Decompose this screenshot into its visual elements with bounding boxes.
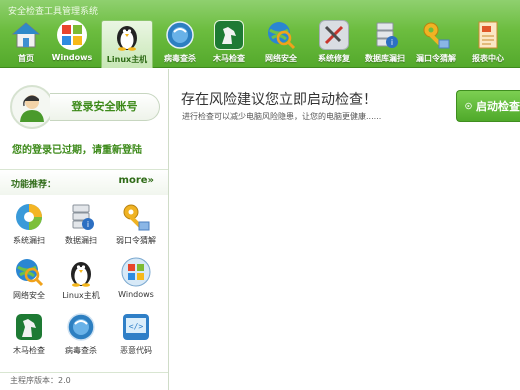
report-icon [473,20,503,50]
svg-text:i: i [87,220,89,229]
database-scan-icon: i [370,20,400,50]
feature-data-scan[interactable]: i 数据漏扫 [55,202,107,254]
network-security-icon [266,20,296,50]
system-scan-icon [14,202,44,232]
app-title: 安全检查工具管理系统 [8,7,99,17]
svg-text:i: i [391,38,393,47]
login-box: 登录安全账号 [10,85,160,129]
feature-windows[interactable]: Windows [110,257,162,309]
toolbar-virus-scan[interactable]: 病毒查杀 [156,20,204,68]
more-link[interactable]: more» [119,175,154,186]
toolbar-network-security[interactable]: 网络安全 [257,20,305,68]
trojan-horse-icon [214,20,244,50]
avatar-icon [10,85,54,129]
weak-password-key-icon [121,202,151,232]
linux-penguin-icon [66,257,96,287]
login-expired-text: 您的登录已过期，请重新登陆 [12,145,142,156]
feature-network-security[interactable]: 网络安全 [3,257,55,309]
malicious-code-icon: </> [121,312,151,342]
top-toolbar: 安全检查工具管理系统 首页 Windows Linux主机 病毒查杀 木马检查 … [0,0,520,68]
data-scan-icon: i [66,202,96,232]
feature-linux-host[interactable]: Linux主机 [55,257,107,309]
toolbar-system-repair[interactable]: 系统修复 [310,20,358,68]
feature-system-scan[interactable]: 系统漏扫 [3,202,55,254]
network-security-icon [14,257,44,287]
start-check-button[interactable]: 启动检查 [456,90,520,122]
start-check-label: 启动检查 [476,100,520,113]
feature-weak-password[interactable]: 弱口令猜解 [110,202,162,254]
feature-malicious-code[interactable]: </> 恶意代码 [110,312,162,364]
trojan-horse-icon [14,312,44,342]
risk-subtitle: 进行检查可以减少电脑风险隐患，让您的电脑更健康...... [182,112,382,121]
power-icon [465,102,472,110]
windows-icon [121,257,151,287]
feature-virus-scan[interactable]: 病毒查杀 [55,312,107,364]
recommend-title: 功能推荐： [11,180,57,190]
left-panel: 登录安全账号 您的登录已过期，请重新登陆 功能推荐： more» 系统漏扫 i [0,69,169,390]
toolbar-database-scan[interactable]: i 数据库漏扫 [359,20,411,68]
svg-text:</>: </> [129,322,144,331]
virus-scan-icon [66,312,96,342]
home-icon [11,20,41,50]
linux-penguin-icon [112,21,142,51]
recommend-header: 功能推荐： more» [0,169,168,195]
toolbar-linux[interactable]: Linux主机 [101,20,153,68]
toolbar-trojan[interactable]: 木马检查 [205,20,253,68]
toolbar-windows[interactable]: Windows [48,20,96,68]
login-button[interactable]: 登录安全账号 [50,93,160,121]
toolbar-password-crack[interactable]: 漏口令猜解 [411,20,461,68]
feature-trojan-check[interactable]: 木马检查 [3,312,55,364]
toolbar-report-center[interactable]: 报表中心 [464,20,512,68]
version-text: 主程序版本：2.0 [0,372,168,390]
password-key-icon [421,20,451,50]
toolbar-home[interactable]: 首页 [2,20,50,68]
risk-title: 存在风险建议您立即启动检查！ [181,92,377,108]
virus-scan-icon [165,20,195,50]
windows-icon [57,20,87,50]
system-repair-icon [319,20,349,50]
